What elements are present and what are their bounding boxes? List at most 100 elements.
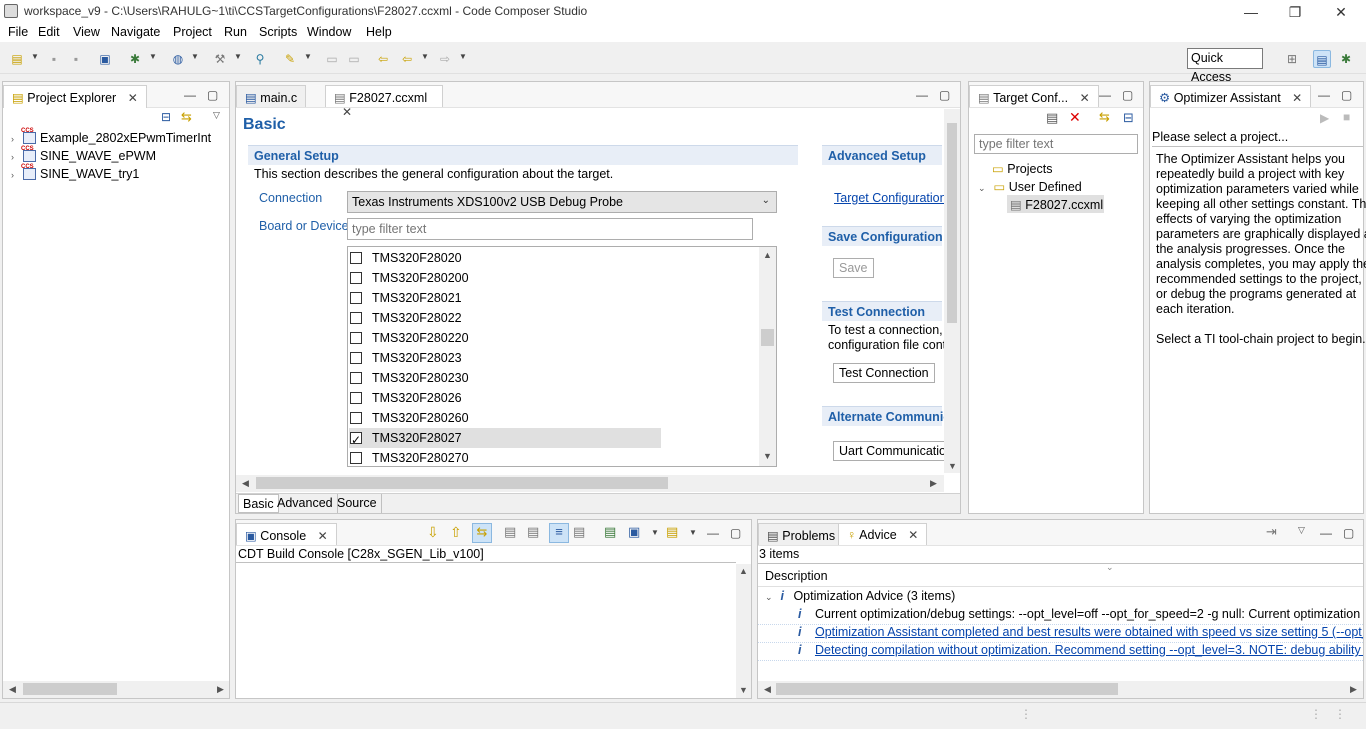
menu-help[interactable]: Help xyxy=(366,25,392,39)
expand-icon[interactable]: › xyxy=(11,134,23,144)
device-row[interactable]: TMS320F280270 xyxy=(349,448,661,468)
prev-annotation-icon[interactable]: ▭ xyxy=(323,50,341,68)
tree-item-user-defined[interactable]: ⌄ ▭ User Defined xyxy=(978,179,1082,194)
flash-dropdown-icon[interactable]: ▼ xyxy=(191,52,199,61)
scroll-thumb[interactable] xyxy=(256,477,668,489)
project-item[interactable]: › CCS SINE_WAVE_try1 xyxy=(11,164,139,181)
tab-f28027-ccxml[interactable]: ▤ F28027.ccxml ✕ xyxy=(325,85,443,119)
save-icon[interactable]: ▪ xyxy=(45,50,63,68)
back-dropdown-icon[interactable]: ▼ xyxy=(421,52,429,61)
advice-item[interactable]: i Current optimization/debug settings: -… xyxy=(798,607,1363,621)
filter-icon[interactable]: ⇥ xyxy=(1266,524,1277,540)
link-console-icon[interactable]: ⇆ xyxy=(472,523,492,543)
search-icon[interactable]: ⚲ xyxy=(251,50,269,68)
remove-console-icon[interactable]: ▤ xyxy=(573,524,585,540)
close-icon[interactable]: ✕ xyxy=(1292,91,1302,105)
close-icon[interactable]: ✕ xyxy=(908,528,918,542)
refresh-icon[interactable]: ⇆ xyxy=(1099,109,1110,125)
device-checkbox[interactable] xyxy=(350,252,362,264)
device-row[interactable]: TMS320F28026 xyxy=(349,388,661,408)
new-icon[interactable]: ▤ xyxy=(8,50,26,68)
clear-console-icon[interactable]: ▤ xyxy=(504,524,516,540)
tab-project-explorer[interactable]: ▤ Project Explorer ✕ xyxy=(3,85,147,108)
device-row[interactable]: TMS320F28022 xyxy=(349,308,661,328)
device-checkbox[interactable] xyxy=(350,332,362,344)
horizontal-scrollbar[interactable]: ◀ ▶ xyxy=(3,681,229,698)
device-checkbox[interactable] xyxy=(350,392,362,404)
tab-target-configurations[interactable]: ▤ Target Conf... ✕ xyxy=(969,85,1099,107)
device-list-scrollbar[interactable]: ▲ ▼ xyxy=(759,247,776,466)
device-row[interactable]: TMS320F280220 xyxy=(349,328,661,348)
minimize-icon[interactable]: — xyxy=(707,526,719,540)
next-annotation-icon[interactable]: ▭ xyxy=(345,50,363,68)
link-editor-icon[interactable]: ⇆ xyxy=(181,109,192,125)
display-console-icon[interactable]: ▣ xyxy=(628,524,640,540)
device-checkbox[interactable] xyxy=(350,452,362,464)
maximize-icon[interactable]: ▢ xyxy=(730,526,741,540)
view-menu-icon[interactable]: ▽ xyxy=(1298,525,1305,536)
debug-dropdown-icon[interactable]: ▼ xyxy=(149,52,157,61)
new-config-icon[interactable]: ▤ xyxy=(1046,110,1058,126)
menu-view[interactable]: View xyxy=(73,25,100,39)
build-dropdown-icon[interactable]: ▼ xyxy=(234,52,242,61)
collapse-icon[interactable]: ⌄ xyxy=(978,183,990,194)
menu-edit[interactable]: Edit xyxy=(38,25,60,39)
scroll-down-icon[interactable]: ▼ xyxy=(948,461,957,471)
scroll-up-arrow-icon[interactable]: ⇧ xyxy=(450,524,462,541)
debug-icon[interactable]: ✱ xyxy=(126,50,144,68)
maximize-icon[interactable]: ▢ xyxy=(207,88,218,102)
target-filter-input[interactable] xyxy=(974,134,1138,154)
device-row[interactable]: TMS320F280200 xyxy=(349,268,661,288)
device-row[interactable]: TMS320F280230 xyxy=(349,368,661,388)
scroll-right-icon[interactable]: ▶ xyxy=(217,684,224,695)
scroll-up-icon[interactable]: ▲ xyxy=(739,566,748,576)
minimize-icon[interactable]: — xyxy=(1318,88,1330,102)
last-edit-icon[interactable]: ⇦ xyxy=(374,50,392,68)
scroll-down-icon[interactable]: ▼ xyxy=(739,685,748,695)
scroll-thumb[interactable] xyxy=(23,683,117,695)
device-row[interactable]: TMS320F28021 xyxy=(349,288,661,308)
tab-advice[interactable]: ♀ Advice ✕ xyxy=(838,523,928,545)
project-item[interactable]: › CCS Example_2802xEPwmTimerInt xyxy=(11,128,211,145)
console-vertical-scrollbar[interactable]: ▲ ▼ xyxy=(736,564,751,698)
tab-optimizer-assistant[interactable]: ⚙ Optimizer Assistant ✕ xyxy=(1150,85,1312,107)
device-checkbox[interactable] xyxy=(350,312,362,324)
wand-dropdown-icon[interactable]: ▼ xyxy=(304,52,312,61)
device-row[interactable]: TMS320F280260 xyxy=(349,408,661,428)
tab-source[interactable]: Source xyxy=(333,494,382,513)
target-configuration-link[interactable]: Target Configuration xyxy=(834,191,947,205)
device-checkbox[interactable] xyxy=(350,430,362,450)
advice-item[interactable]: i Optimization Assistant completed and b… xyxy=(798,625,1363,639)
device-checkbox[interactable] xyxy=(350,372,362,384)
advice-horizontal-scrollbar[interactable]: ◀ ▶ xyxy=(758,681,1363,698)
menu-window[interactable]: Window xyxy=(307,25,351,39)
expand-icon[interactable]: › xyxy=(11,170,23,180)
device-filter-input[interactable] xyxy=(347,218,753,240)
stop-icon[interactable]: ■ xyxy=(1343,110,1350,124)
menu-run[interactable]: Run xyxy=(224,25,247,39)
pin-console-icon[interactable]: ▤ xyxy=(604,524,616,540)
uart-communication-button[interactable]: Uart Communicatio xyxy=(833,441,945,461)
connection-select[interactable]: Texas Instruments XDS100v2 USB Debug Pro… xyxy=(347,191,777,213)
scroll-thumb[interactable] xyxy=(761,329,774,346)
collapse-all-icon[interactable]: ⊟ xyxy=(1123,110,1134,126)
wand-icon[interactable]: ✎ xyxy=(281,50,299,68)
ccs-debug-perspective-icon[interactable]: ✱ xyxy=(1337,50,1355,68)
expand-icon[interactable]: › xyxy=(11,152,23,162)
menu-project[interactable]: Project xyxy=(173,25,212,39)
tab-main-c[interactable]: ▤ main.c xyxy=(236,85,307,107)
scroll-right-icon[interactable]: ▶ xyxy=(930,478,937,489)
forward-dropdown-icon[interactable]: ▼ xyxy=(459,52,467,61)
tree-item-f28027[interactable]: ▤ F28027.ccxml xyxy=(1007,195,1104,213)
tab-problems[interactable]: ▤ Problems xyxy=(758,523,845,545)
view-menu-icon[interactable]: ▽ xyxy=(213,110,220,121)
open-console-dropdown-icon[interactable]: ▼ xyxy=(689,528,697,537)
scroll-down-arrow-icon[interactable]: ⇩ xyxy=(427,524,439,541)
minimize-icon[interactable]: — xyxy=(184,88,196,102)
save-all-icon[interactable]: ▪ xyxy=(67,50,85,68)
advice-link[interactable]: Optimization Assistant completed and bes… xyxy=(815,625,1363,639)
device-checkbox[interactable] xyxy=(350,292,362,304)
device-checkbox[interactable] xyxy=(350,352,362,364)
collapse-all-icon[interactable]: ⊟ xyxy=(161,110,171,124)
build-icon[interactable]: ⚒ xyxy=(211,50,229,68)
